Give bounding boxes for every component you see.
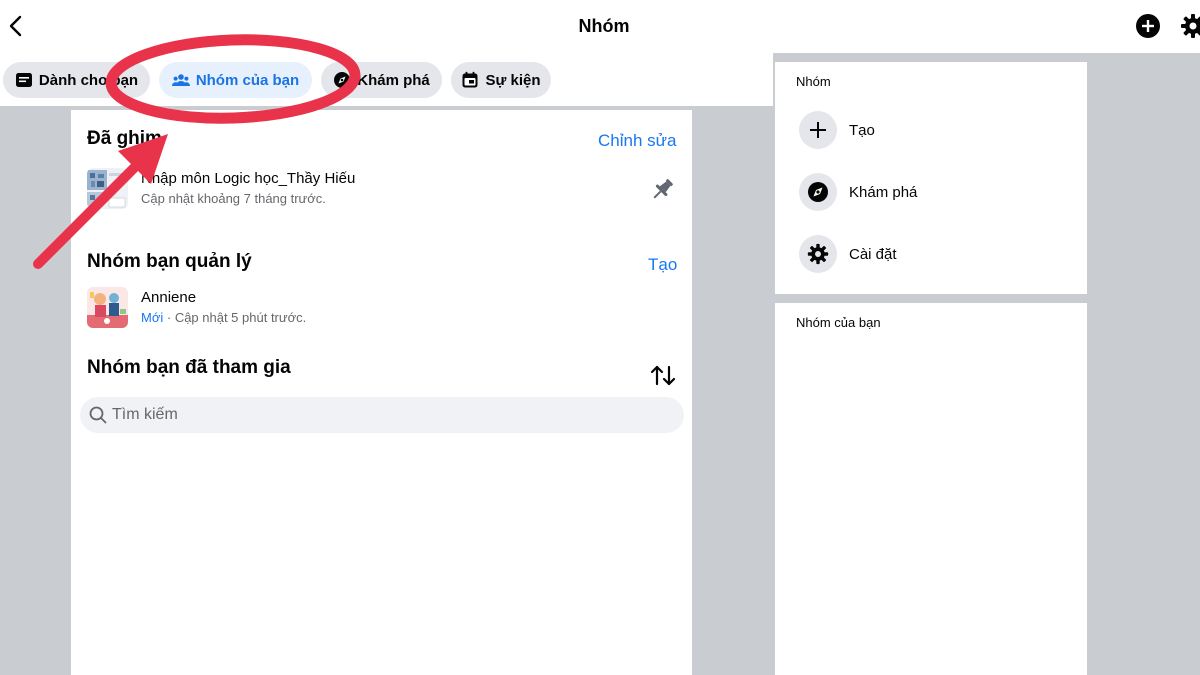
new-badge: Mới — [141, 310, 164, 325]
groups-menu-label: Nhóm — [796, 74, 831, 89]
menu-label: Cài đặt — [849, 246, 897, 263]
edit-pinned-link[interactable]: Chỉnh sửa — [598, 131, 676, 151]
menu-settings[interactable]: Cài đặt — [799, 235, 1079, 275]
menu-create[interactable]: Tạo — [799, 111, 1079, 151]
groups-menu-card: Nhóm Tạo Khám phá Cài đặt — [775, 62, 1087, 294]
group-updated: Cập nhật khoảng 7 tháng trước. — [141, 191, 326, 206]
group-status: Mới · Cập nhật 5 phút trước. — [141, 310, 306, 325]
tab-label: Nhóm của bạn — [195, 71, 300, 89]
search-icon — [89, 406, 107, 424]
your-groups-card: Nhóm của bạn — [775, 303, 1087, 675]
group-name: Nhập môn Logic học_Thầy Hiếu — [141, 170, 356, 187]
create-group-link[interactable]: Tạo — [648, 255, 677, 275]
managed-group-item[interactable]: Anniene Mới · Cập nhật 5 phút trước. — [87, 287, 677, 331]
your-groups-label: Nhóm của bạn — [796, 315, 881, 330]
group-name: Anniene — [141, 289, 197, 306]
sort-arrows-icon — [650, 365, 676, 386]
separator: · — [163, 310, 175, 325]
sort-button[interactable] — [649, 363, 677, 389]
pinned-group-item[interactable]: Nhập môn Logic học_Thầy Hiếu Cập nhật kh… — [87, 168, 677, 212]
group-thumbnail — [87, 287, 128, 328]
people-icon — [171, 71, 190, 89]
search-input[interactable] — [112, 397, 672, 433]
pin-icon — [653, 179, 673, 199]
compass-icon — [333, 71, 351, 89]
menu-icon-circle — [799, 111, 837, 149]
menu-icon-circle — [799, 235, 837, 273]
plus-circle-icon — [1136, 14, 1160, 38]
groups-panel: Đã ghim Chỉnh sửa Nhập môn Logic học_Thầ… — [71, 110, 692, 675]
calendar-icon — [461, 71, 479, 89]
group-updated: Cập nhật 5 phút trước. — [174, 310, 307, 325]
tab-events[interactable]: Sự kiện — [451, 62, 551, 98]
page-title: Nhóm — [578, 16, 630, 36]
create-button[interactable] — [1136, 14, 1160, 38]
menu-label: Tạo — [849, 122, 875, 139]
plus-icon — [810, 122, 826, 138]
feed-icon — [15, 71, 33, 89]
top-header: Nhóm — [0, 0, 1200, 53]
tab-label: Sự kiện — [485, 71, 541, 89]
tab-label: Dành cho bạn — [38, 71, 139, 89]
tab-label: Khám phá — [357, 71, 430, 89]
pinned-title: Đã ghim — [87, 128, 162, 149]
compass-icon — [808, 182, 828, 202]
search-field[interactable] — [80, 397, 684, 433]
managed-title: Nhóm bạn quản lý — [87, 251, 252, 272]
gear-icon — [807, 243, 829, 265]
unpin-button[interactable] — [647, 175, 677, 205]
group-thumbnail — [87, 168, 128, 209]
gear-icon — [1181, 14, 1200, 38]
settings-button[interactable] — [1180, 13, 1200, 39]
tab-explore[interactable]: Khám phá — [321, 62, 442, 98]
menu-label: Khám phá — [849, 184, 918, 201]
menu-explore[interactable]: Khám phá — [799, 173, 1079, 213]
tab-bar: Dành cho bạn Nhóm của bạn Khám phá Sự ki… — [0, 53, 773, 106]
joined-title: Nhóm bạn đã tham gia — [87, 357, 291, 378]
tab-for-you[interactable]: Dành cho bạn — [3, 62, 150, 98]
tab-your-groups[interactable]: Nhóm của bạn — [159, 62, 312, 98]
menu-icon-circle — [799, 173, 837, 211]
